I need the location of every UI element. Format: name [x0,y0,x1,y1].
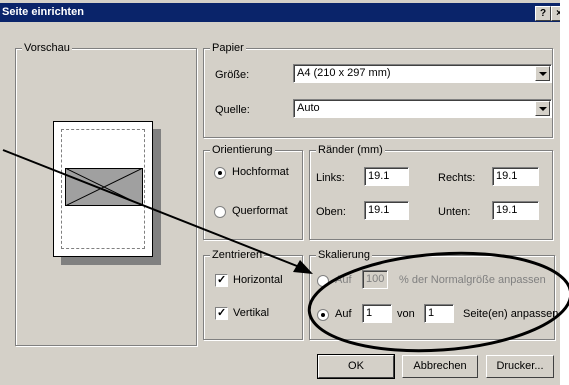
source-dropdown-button[interactable] [535,101,550,116]
center-legend: Zentrieren [210,249,265,262]
size-label: Größe: [215,69,250,81]
radio-selected-dot [321,313,325,317]
page-setup-dialog: Seite einrichten ? × Vorschau Papier Grö… [0,0,560,385]
radio-selected-dot [218,171,222,175]
landscape-radio[interactable] [214,206,226,218]
page-preview [53,121,153,257]
checkmark-icon: ✓ [217,274,227,286]
orientation-legend: Orientierung [210,144,275,157]
paper-group: Papier [203,42,553,138]
size-value: A4 (210 x 297 mm) [297,67,391,79]
margin-right-label: Rechts: [438,172,476,184]
center-group: Zentrieren [203,249,303,340]
scale-fit-radio[interactable] [317,309,329,321]
center-vertical-checkbox[interactable]: ✓ [215,307,228,320]
cancel-button[interactable]: Abbrechen [402,355,478,378]
margin-bottom-label: Unten: [438,206,471,218]
fit-von-label: von [397,308,415,320]
landscape-label[interactable]: Querformat [232,205,288,218]
margins-group: Ränder (mm) [309,144,553,240]
fit-pages-suffix: Seite(en) anpassen [463,308,559,320]
scaling-legend: Skalierung [316,249,372,262]
margin-left-input[interactable]: 19.1 [364,167,409,186]
scale-fit-auf-label: Auf [335,308,352,320]
center-vertical-label[interactable]: Vertikal [233,307,269,320]
scale-percent-auf-label: Auf [335,274,352,286]
preview-legend: Vorschau [22,42,72,55]
dialog-title: Seite einrichten [2,6,84,18]
scale-percent-input[interactable]: 100 [362,270,388,289]
checkmark-icon: ✓ [217,307,227,319]
scaling-group: Skalierung [309,249,555,340]
size-dropdown-button[interactable] [535,66,550,81]
fit-pages-wide-input[interactable]: 1 [362,304,392,323]
orientation-group: Orientierung [203,144,303,240]
margin-top-label: Oben: [316,206,346,218]
size-select[interactable]: A4 (210 x 297 mm) [293,64,552,83]
title-bar[interactable]: Seite einrichten ? × [0,3,560,22]
chevron-down-icon [539,72,547,76]
margin-bottom-input[interactable]: 19.1 [492,201,539,220]
fit-pages-tall-input[interactable]: 1 [424,304,454,323]
scale-percent-radio[interactable] [317,275,329,287]
margin-right-input[interactable]: 19.1 [492,167,539,186]
paper-legend: Papier [210,42,246,55]
center-horizontal-checkbox[interactable]: ✓ [215,274,228,287]
margin-top-input[interactable]: 19.1 [364,201,409,220]
portrait-radio[interactable] [214,167,226,179]
source-label: Quelle: [215,104,250,116]
printer-button[interactable]: Drucker... [486,355,554,378]
close-button[interactable]: × [551,6,560,21]
source-select[interactable]: Auto [293,99,552,118]
center-horizontal-label[interactable]: Horizontal [233,274,283,287]
source-value: Auto [297,102,320,114]
ok-button[interactable]: OK [317,354,395,379]
content-placeholder-icon [65,168,143,206]
chevron-down-icon [539,107,547,111]
portrait-label[interactable]: Hochformat [232,166,289,179]
scale-percent-suffix: % der Normalgröße anpassen [399,274,546,286]
help-button[interactable]: ? [535,6,551,21]
margins-legend: Ränder (mm) [316,144,385,157]
margin-left-label: Links: [316,172,345,184]
